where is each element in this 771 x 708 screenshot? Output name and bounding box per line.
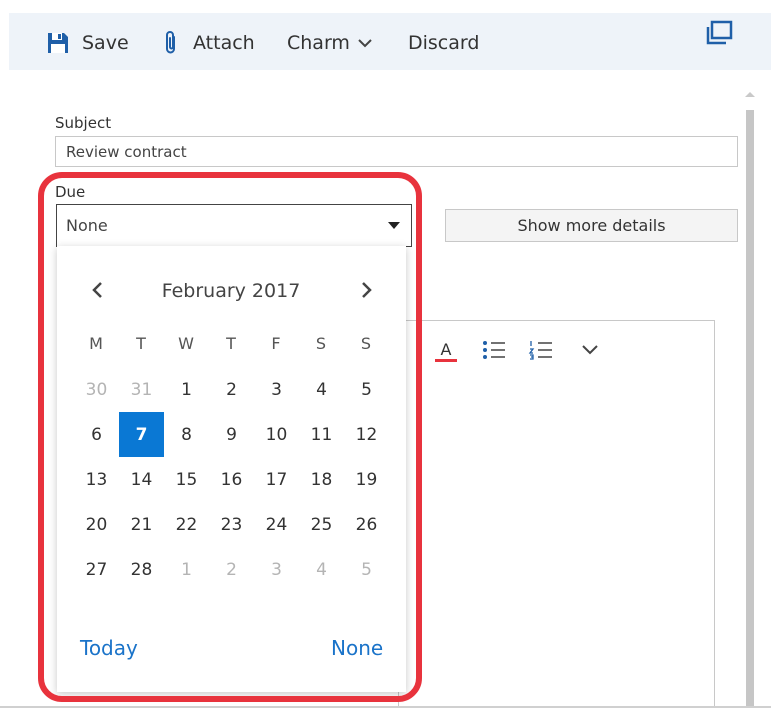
dropdown-arrow-icon	[388, 222, 400, 229]
calendar-day[interactable]: 6	[74, 412, 119, 457]
weekday-header: S	[315, 334, 327, 353]
calendar-day[interactable]: 22	[164, 502, 209, 547]
calendar-day[interactable]: 27	[74, 547, 119, 592]
weekday-header: W	[178, 334, 194, 353]
calendar-day[interactable]: 1	[164, 367, 209, 412]
calendar-month-title: February 2017	[161, 280, 301, 302]
paperclip-icon	[162, 30, 180, 56]
calendar-day[interactable]: 17	[254, 457, 299, 502]
calendar-day-prev-month[interactable]: 31	[119, 367, 164, 412]
calendar-day[interactable]: 14	[119, 457, 164, 502]
popout-window-button[interactable]	[698, 14, 740, 56]
subject-input[interactable]: Review contract	[55, 136, 738, 167]
save-button[interactable]: Save	[47, 14, 129, 71]
font-color-icon[interactable]: A	[434, 336, 458, 364]
next-month-button[interactable]	[355, 278, 379, 306]
attach-button[interactable]: Attach	[162, 14, 255, 71]
svg-text:A: A	[441, 340, 452, 359]
show-more-details-button[interactable]: Show more details	[445, 209, 738, 242]
calendar-day[interactable]: 3	[254, 367, 299, 412]
calendar-day-next-month[interactable]: 5	[344, 547, 389, 592]
none-link[interactable]: None	[331, 636, 383, 660]
calendar-day[interactable]: 11	[299, 412, 344, 457]
calendar-day[interactable]: 2	[209, 367, 254, 412]
weekday-header: F	[271, 334, 281, 353]
popout-window-icon	[705, 20, 733, 50]
save-label: Save	[82, 31, 129, 54]
calendar-day[interactable]: 9	[209, 412, 254, 457]
charm-label: Charm	[287, 31, 350, 54]
body-editor[interactable]	[398, 320, 715, 708]
numbered-list-icon[interactable]	[528, 336, 554, 364]
chevron-right-icon	[361, 281, 373, 303]
calendar-day[interactable]: 25	[299, 502, 344, 547]
calendar-day[interactable]: 26	[344, 502, 389, 547]
calendar-day-selected[interactable]: 7	[119, 412, 164, 457]
calendar-day-next-month[interactable]: 3	[254, 547, 299, 592]
calendar-day[interactable]: 24	[254, 502, 299, 547]
discard-label: Discard	[408, 31, 480, 54]
calendar-day[interactable]: 19	[344, 457, 389, 502]
calendar-day[interactable]: 23	[209, 502, 254, 547]
calendar-day[interactable]: 20	[74, 502, 119, 547]
weekday-header: M	[89, 334, 103, 353]
charm-dropdown[interactable]: Charm	[287, 14, 372, 71]
floppy-disk-icon	[47, 32, 69, 54]
chevron-left-icon	[91, 281, 103, 303]
today-link[interactable]: Today	[80, 636, 138, 660]
due-label: Due	[55, 183, 86, 201]
due-date-dropdown[interactable]: None	[56, 204, 412, 247]
calendar-day[interactable]: 12	[344, 412, 389, 457]
calendar-day[interactable]: 5	[344, 367, 389, 412]
calendar-day-next-month[interactable]: 1	[164, 547, 209, 592]
calendar-day-prev-month[interactable]: 30	[74, 367, 119, 412]
discard-button[interactable]: Discard	[408, 14, 479, 71]
weekday-header: S	[360, 334, 372, 353]
previous-month-button[interactable]	[85, 278, 109, 306]
calendar-day[interactable]: 13	[74, 457, 119, 502]
bulleted-list-icon[interactable]	[481, 336, 507, 364]
calendar-day[interactable]: 28	[119, 547, 164, 592]
calendar-day[interactable]: 4	[299, 367, 344, 412]
subject-label: Subject	[55, 114, 112, 132]
calendar-day[interactable]: 10	[254, 412, 299, 457]
calendar-day[interactable]: 8	[164, 412, 209, 457]
chevron-down-icon	[358, 38, 372, 48]
scroll-up-arrow[interactable]	[742, 84, 758, 97]
calendar-day[interactable]: 18	[299, 457, 344, 502]
more-formatting-chevron-icon[interactable]	[579, 336, 601, 364]
weekday-header: T	[226, 334, 236, 353]
weekday-header: T	[136, 334, 146, 353]
due-value: None	[66, 216, 108, 235]
scrollbar-thumb[interactable]	[746, 110, 754, 708]
calendar-day-next-month[interactable]: 4	[299, 547, 344, 592]
attach-label: Attach	[193, 31, 255, 54]
calendar-day[interactable]: 21	[119, 502, 164, 547]
calendar-day[interactable]: 15	[164, 457, 209, 502]
calendar-day-next-month[interactable]: 2	[209, 547, 254, 592]
calendar-day[interactable]: 16	[209, 457, 254, 502]
